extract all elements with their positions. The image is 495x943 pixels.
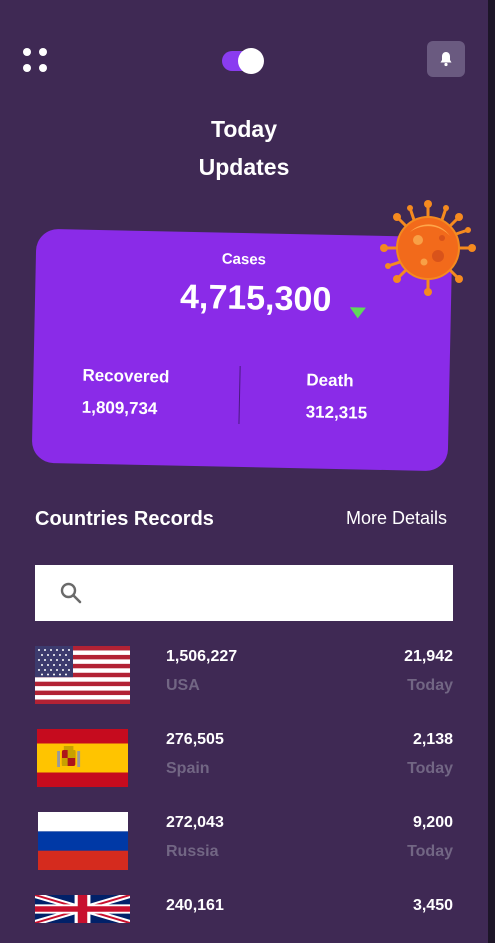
search-input[interactable] (95, 584, 415, 602)
country-today-count: 9,200 (412, 814, 453, 831)
uk-flag-icon (35, 895, 130, 923)
page-title-line-1: Today (210, 116, 278, 142)
notification-button[interactable] (427, 41, 465, 77)
country-row-uk[interactable]: 240,161 3,450 (0, 895, 488, 943)
page-title-line-2: Updates (198, 154, 290, 180)
country-cases: 1,506,227 (166, 648, 238, 665)
country-cases: 276,505 (166, 731, 224, 748)
right-edge-strip (488, 0, 495, 943)
usa-flag-icon (35, 646, 130, 704)
bell-icon (440, 52, 452, 67)
country-row-spain[interactable]: 276,505 Spain 2,138 Today (0, 729, 488, 795)
theme-toggle[interactable] (222, 48, 264, 74)
spain-flag-icon (37, 729, 128, 787)
recovered-value: 1,809,734 (81, 397, 158, 419)
country-name: Spain (166, 760, 210, 777)
grid-dots-icon[interactable] (23, 48, 49, 74)
country-row-russia[interactable]: 272,043 Russia 9,200 Today (0, 812, 488, 878)
stats-divider (238, 365, 241, 424)
recovered-label: Recovered (82, 365, 170, 387)
country-period-label: Today (407, 677, 453, 694)
down-arrow-icon (349, 307, 366, 319)
country-cases: 272,043 (166, 814, 224, 831)
search-icon (60, 582, 82, 604)
death-label: Death (306, 370, 354, 391)
country-today-count: 2,138 (412, 731, 453, 748)
more-details-link[interactable]: More Details (346, 508, 447, 529)
page-title: Today Updates (0, 110, 488, 186)
country-today-count: 21,942 (404, 648, 453, 665)
country-today-count: 3,450 (412, 897, 453, 914)
russia-flag-icon (38, 812, 128, 870)
countries-records-title: Countries Records (35, 508, 214, 530)
toggle-knob (238, 48, 264, 74)
country-period-label: Today (407, 760, 453, 777)
country-row-usa[interactable]: 1,506,227 USA 21,942 Today (0, 646, 488, 712)
search-bar (35, 565, 453, 621)
virus-icon (380, 200, 476, 296)
cases-value: 4,715,300 (179, 277, 332, 319)
country-name: Russia (166, 843, 219, 860)
country-name: USA (166, 677, 200, 694)
country-cases: 240,161 (166, 897, 224, 914)
country-period-label: Today (407, 843, 453, 860)
death-value: 312,315 (305, 402, 368, 423)
